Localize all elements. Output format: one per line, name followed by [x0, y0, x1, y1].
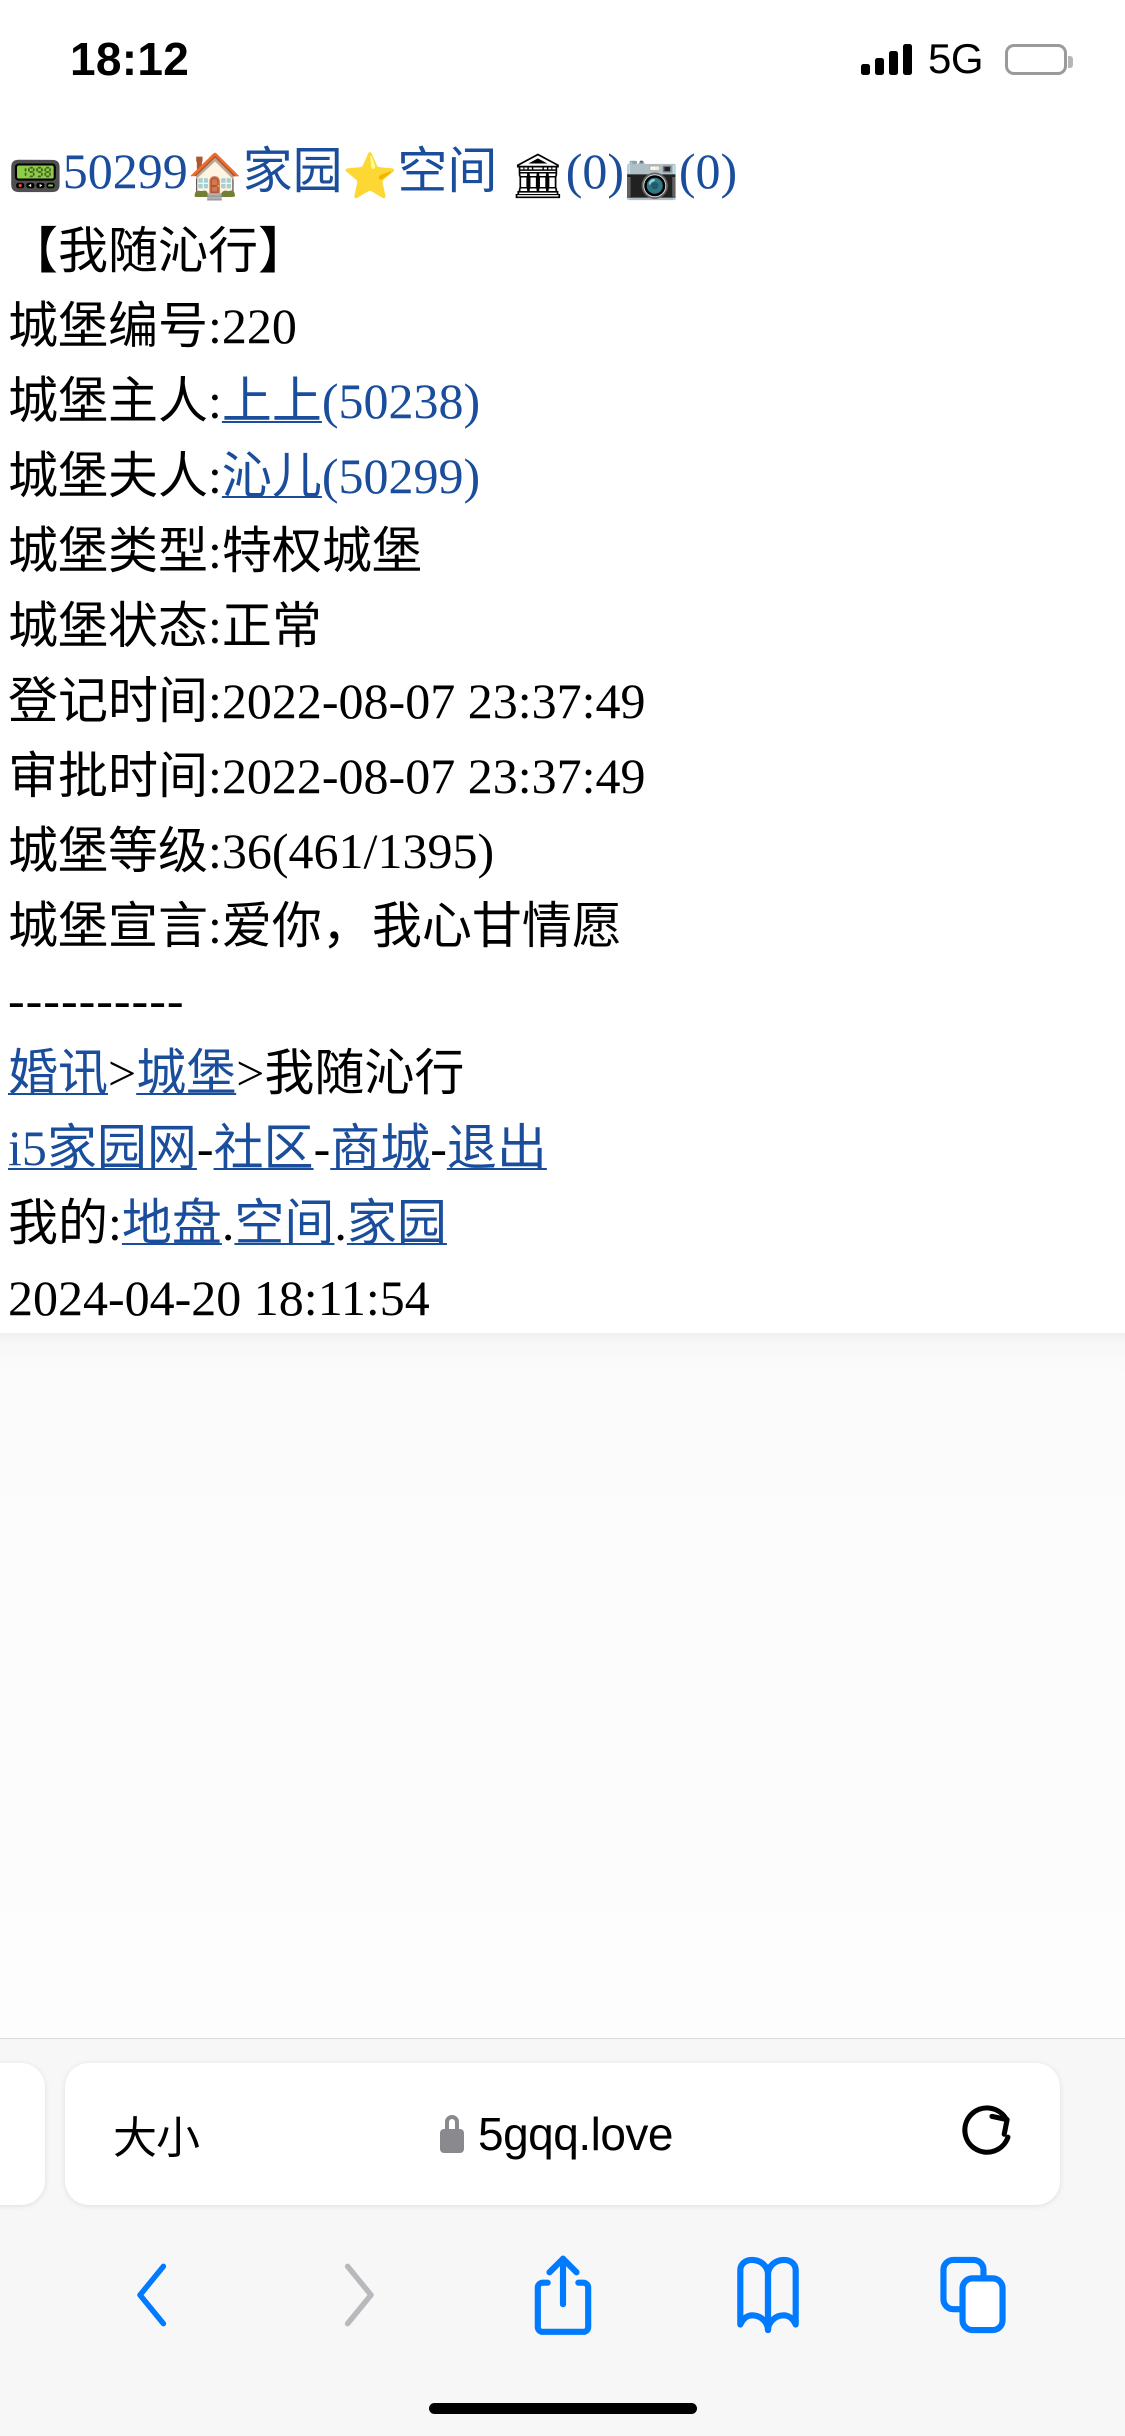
tabs-button[interactable]: [918, 2240, 1028, 2350]
page-timestamp: 2024-04-20 18:11:54: [8, 1270, 430, 1326]
forward-button[interactable]: [303, 2240, 413, 2350]
field-label: 城堡宣言:: [8, 898, 222, 954]
web-page-content: 📟50299🏠家园⭐空间 🏛(0)📷(0) 【我随沁行】 城堡编号:220 城堡…: [0, 104, 1125, 1333]
home-indicator: [428, 2403, 697, 2414]
book-icon: [736, 2256, 799, 2334]
my-territory-link[interactable]: 地盘: [122, 1195, 222, 1251]
mall-link[interactable]: 商城: [330, 1120, 430, 1176]
logout-link[interactable]: 退出: [447, 1120, 547, 1176]
link-separator: -: [313, 1120, 331, 1176]
castle-owner-link[interactable]: 上上: [222, 373, 322, 429]
signal-bars-icon: [860, 43, 912, 75]
status-bar: 18:12 5G: [0, 0, 1125, 104]
lock-icon: [440, 2115, 464, 2153]
bookmarks-button[interactable]: [713, 2240, 823, 2350]
field-label: 城堡状态:: [8, 598, 222, 654]
my-links-label: 我的:: [8, 1195, 122, 1251]
field-label: 城堡夫人:: [8, 448, 222, 504]
field-value: 220: [221, 298, 297, 354]
field-approve-time: 审批时间:2022-08-07 23:37:49: [8, 739, 1125, 814]
nav-home-link[interactable]: 家园: [243, 143, 343, 199]
status-bar-indicators: 5G: [860, 35, 1073, 82]
field-label: 登记时间:: [8, 673, 222, 729]
field-label: 城堡等级:: [8, 823, 222, 879]
section-divider: ----------: [8, 972, 185, 1028]
field-value: 特权城堡: [221, 523, 422, 579]
breadcrumb: 婚讯>城堡>我随沁行: [8, 1036, 1125, 1111]
url-text: 5gqq.love: [478, 2108, 674, 2160]
breadcrumb-item-marriage-news[interactable]: 婚讯: [8, 1045, 108, 1101]
castle-lady-link[interactable]: 沁儿: [222, 448, 322, 504]
my-home-link[interactable]: 家园: [347, 1195, 447, 1251]
breadcrumb-current: 我随沁行: [264, 1045, 465, 1101]
my-links-row: 我的:地盘.空间.家园: [8, 1186, 1125, 1261]
nav-space-link[interactable]: 空间: [397, 143, 497, 199]
castle-lady-id: (50299): [321, 448, 481, 504]
adjacent-tab-peek[interactable]: [0, 2063, 45, 2205]
field-value: 36(461/1395): [221, 823, 495, 879]
chevron-right-icon: [344, 2263, 374, 2327]
status-bar-time: 18:12: [70, 33, 190, 85]
tabs-icon: [939, 2256, 1006, 2334]
nav-user-id-link[interactable]: 50299: [63, 143, 188, 199]
page-background-area: [0, 1333, 1125, 2038]
breadcrumb-separator: >: [108, 1045, 137, 1101]
field-castle-lady: 城堡夫人:沁儿(50299): [8, 439, 1125, 514]
field-castle-status: 城堡状态:正常: [8, 589, 1125, 664]
link-separator: -: [196, 1120, 214, 1176]
tab-strip: 大小 5gqq.love: [0, 2063, 1125, 2205]
network-type-label: 5G: [927, 35, 984, 82]
back-button[interactable]: [98, 2240, 208, 2350]
field-label: 城堡编号:: [8, 298, 222, 354]
field-value: 爱你，我心甘情愿: [221, 898, 622, 954]
reload-icon: [962, 2105, 1011, 2155]
camera-shutter-icon: 📷: [624, 151, 679, 202]
nav-photo-count-link[interactable]: (0): [679, 143, 737, 199]
field-castle-level: 城堡等级:36(461/1395): [8, 814, 1125, 889]
url-bar[interactable]: 大小 5gqq.love: [65, 2063, 1060, 2205]
field-castle-owner: 城堡主人:上上(50238): [8, 364, 1125, 439]
pager-penguin-icon: 📟: [8, 151, 63, 202]
link-separator: .: [334, 1195, 347, 1251]
breadcrumb-separator: >: [236, 1045, 265, 1101]
share-icon: [534, 2255, 591, 2335]
site-nav-row: 📟50299🏠家园⭐空间 🏛(0)📷(0): [8, 134, 1125, 214]
site-links-row: i5家园网-社区-商城-退出: [8, 1111, 1125, 1186]
field-castle-declaration: 城堡宣言:爱你，我心甘情愿: [8, 889, 1125, 964]
star-icon: ⭐: [342, 151, 398, 202]
castle-owner-id: (50238): [321, 373, 481, 429]
chevron-left-icon: [136, 2263, 166, 2327]
url-display[interactable]: 5gqq.love: [203, 2107, 910, 2161]
classical-building-icon: 🏛: [509, 151, 566, 202]
link-separator: -: [430, 1120, 447, 1176]
my-space-link[interactable]: 空间: [234, 1195, 334, 1251]
link-separator: .: [221, 1195, 235, 1251]
field-value: 2022-08-07 23:37:49: [221, 748, 646, 804]
field-castle-number: 城堡编号:220: [8, 289, 1125, 364]
site-home-link[interactable]: i5家园网: [8, 1120, 197, 1176]
browser-toolbar: [0, 2235, 1125, 2355]
page-title: 【我随沁行】: [8, 223, 308, 279]
field-label: 城堡类型:: [8, 523, 222, 579]
field-castle-type: 城堡类型:特权城堡: [8, 514, 1125, 589]
reload-button[interactable]: [910, 2102, 1060, 2166]
battery-icon: [1005, 43, 1073, 75]
browser-bottom-bar: 大小 5gqq.love: [0, 2038, 1125, 2436]
community-link[interactable]: 社区: [214, 1120, 314, 1176]
share-button[interactable]: [508, 2240, 618, 2350]
field-register-time: 登记时间:2022-08-07 23:37:49: [8, 664, 1125, 739]
breadcrumb-item-castle[interactable]: 城堡: [136, 1045, 236, 1101]
house-icon: 🏠: [187, 151, 243, 202]
field-label: 城堡主人:: [8, 373, 222, 429]
field-label: 审批时间:: [8, 748, 222, 804]
field-value: 正常: [221, 598, 322, 654]
field-value: 2022-08-07 23:37:49: [221, 673, 646, 729]
nav-bank-count-link[interactable]: (0): [566, 143, 624, 199]
